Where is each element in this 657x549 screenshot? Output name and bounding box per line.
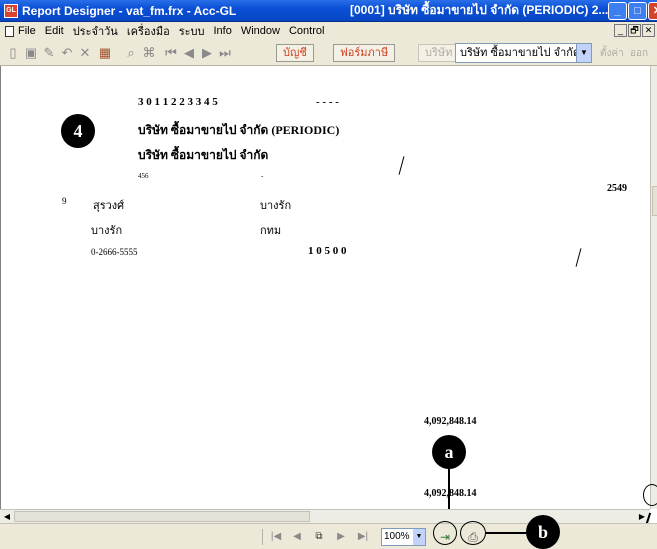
subdistrict-name: บางรัก xyxy=(260,200,292,212)
menu-tools[interactable]: เครื่องมือ xyxy=(127,22,170,40)
soi-number: 9 xyxy=(62,196,67,206)
company-name-periodic: บริษัท ซื้อมาขายไป จำกัด (PERIODIC) xyxy=(138,123,340,137)
tax-form-button[interactable]: ฟอร์มภาษี xyxy=(333,44,396,62)
next-page-icon[interactable]: ▶ xyxy=(333,529,349,545)
tax-id-dashes: - - - - xyxy=(316,96,339,108)
menu-edit[interactable]: Edit xyxy=(45,25,64,37)
annotation-circle-a xyxy=(433,521,457,545)
menu-control[interactable]: Control xyxy=(289,25,324,37)
menu-file[interactable]: File xyxy=(18,25,36,37)
annotation-circle-scroll xyxy=(643,484,657,506)
chevron-down-icon[interactable]: ▼ xyxy=(576,44,591,62)
scroll-left-icon[interactable]: ◀ xyxy=(1,511,13,523)
zoom-value: 100% xyxy=(384,531,410,542)
account-button[interactable]: บัญชี xyxy=(276,44,314,62)
app-icon: GL xyxy=(4,3,18,18)
annotation-badge-a: a xyxy=(432,435,466,469)
delete-icon[interactable]: ✕ xyxy=(76,44,94,62)
minimize-button[interactable]: _ xyxy=(608,2,627,20)
amount-total-2: 4,092,848.14 xyxy=(424,488,477,499)
road-name: สุรวงศ์ xyxy=(93,200,125,212)
company-select[interactable]: บริษัท ซื้อมาขายไป จำกัด ▼ xyxy=(455,43,592,63)
house-number: 456 xyxy=(138,172,149,180)
zoom-select[interactable]: 100% ▼ xyxy=(381,528,426,546)
filter-icon[interactable]: ⌘ xyxy=(140,44,158,62)
amount-total-1: 4,092,848.14 xyxy=(424,416,477,427)
mdi-restore-button[interactable]: 🗗 xyxy=(628,24,641,37)
new-doc-icon[interactable]: ▯ xyxy=(4,44,22,62)
year-value: 2549 xyxy=(607,183,627,194)
slash-mark-2 xyxy=(575,248,582,267)
goto-page-icon[interactable]: ⧉ xyxy=(311,529,327,545)
menu-window[interactable]: Window xyxy=(241,25,280,37)
pencil-icon[interactable]: ✎ xyxy=(40,44,58,62)
last-page-icon[interactable]: ▶| xyxy=(355,529,371,545)
company-button[interactable]: บริษัท xyxy=(418,44,460,62)
chevron-down-icon[interactable]: ▼ xyxy=(413,529,425,545)
next-record-icon[interactable]: ▶ xyxy=(198,44,216,62)
slash-mark xyxy=(398,156,405,175)
province-name: กทม xyxy=(260,225,282,237)
window-title: Report Designer - vat_fm.frx - Acc-GL xyxy=(22,3,237,18)
tax-id-digits: 3 0 1 1 2 2 3 3 4 5 xyxy=(138,96,218,108)
district-name: บางรัก xyxy=(91,225,123,237)
settings-label[interactable]: ตั้งค่า xyxy=(600,46,624,61)
vertical-scrollbar[interactable] xyxy=(650,66,657,509)
mdi-minimize-button[interactable]: _ xyxy=(614,24,627,37)
annotation-badge-b: b xyxy=(526,515,560,549)
phone-number: 0-2666-5555 xyxy=(91,247,138,257)
title-bar: GL Report Designer - vat_fm.frx - Acc-GL… xyxy=(0,0,657,22)
annotation-badge-4: 4 xyxy=(61,114,95,148)
mdi-controls: _ 🗗 ✕ xyxy=(613,24,655,37)
company-name: บริษัท ซื้อมาขายไป จำกัด xyxy=(138,148,269,162)
exit-label[interactable]: ออก xyxy=(630,46,648,61)
dash-mark: - xyxy=(261,172,264,180)
first-record-icon[interactable]: ⏮ xyxy=(162,44,180,62)
menu-bar: File Edit ประจำวัน เครื่องมือ ระบบ Info … xyxy=(0,22,657,40)
horizontal-scroll-thumb[interactable] xyxy=(14,511,310,522)
undo-icon[interactable]: ↶ xyxy=(58,44,76,62)
document-icon[interactable] xyxy=(5,25,14,37)
mdi-close-button[interactable]: ✕ xyxy=(642,24,655,37)
calculator-icon[interactable]: ▦ xyxy=(96,44,114,62)
annotation-circle-b xyxy=(460,521,486,545)
company-select-value: บริษัท ซื้อมาขายไป จำกัด xyxy=(460,47,581,59)
menu-system[interactable]: ระบบ xyxy=(179,22,205,40)
annotation-connector-b xyxy=(486,532,528,534)
first-page-icon[interactable]: |◀ xyxy=(268,529,284,545)
window-title-company: [0001] บริษัท ซื้อมาขายไป จำกัด (PERIODI… xyxy=(350,3,609,17)
find-icon[interactable]: ⌕ xyxy=(122,44,140,62)
nav-separator xyxy=(262,529,263,545)
maximize-button[interactable]: □ xyxy=(628,2,647,20)
prev-page-icon[interactable]: ◀ xyxy=(289,529,305,545)
vertical-scroll-thumb[interactable] xyxy=(652,186,657,216)
toolbar: ▯ ▣ ✎ ↶ ✕ ▦ ⌕ ⌘ ⏮ ◀ ▶ ⏭ บัญชี ฟอร์มภาษี … xyxy=(0,40,657,66)
prev-record-icon[interactable]: ◀ xyxy=(180,44,198,62)
last-record-icon[interactable]: ⏭ xyxy=(216,44,234,62)
save-icon[interactable]: ▣ xyxy=(22,44,40,62)
postcode: 1 0 5 0 0 xyxy=(308,245,347,257)
menu-info[interactable]: Info xyxy=(213,25,231,37)
close-button[interactable]: ✕ xyxy=(648,2,657,20)
menu-daily[interactable]: ประจำวัน xyxy=(73,22,118,40)
report-preview: 3 0 1 1 2 2 3 3 4 5 - - - - 4 บริษัท ซื้… xyxy=(0,66,650,522)
